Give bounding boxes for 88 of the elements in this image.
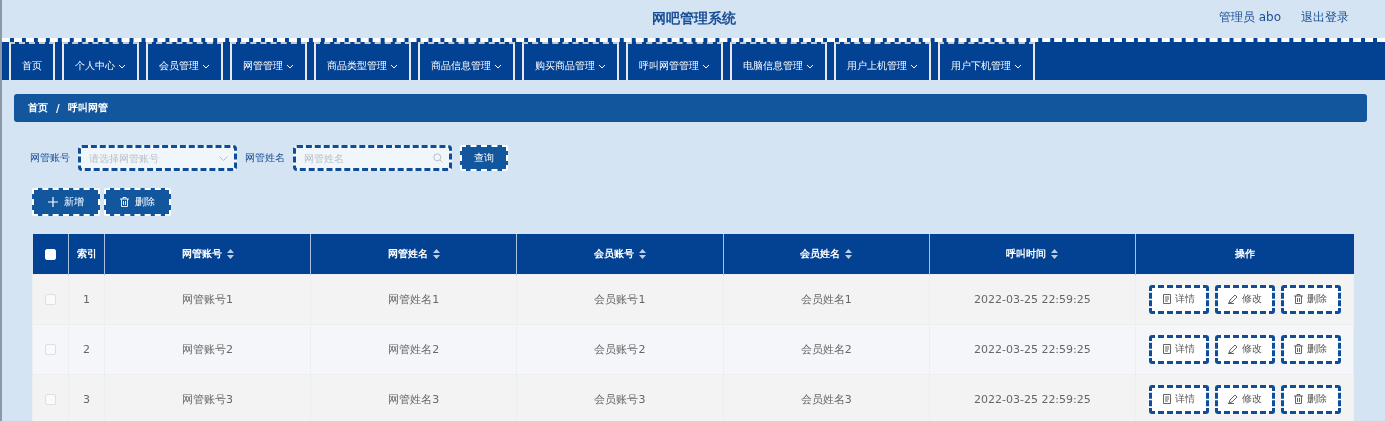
nav-menu-item[interactable]: 购买商品管理 [522, 42, 619, 80]
table-cell: 网管姓名3 [388, 392, 440, 406]
table-cell: 网管账号2 [182, 342, 234, 356]
chevron-down-icon [1014, 63, 1022, 69]
pencil-icon [1227, 294, 1238, 304]
app-title: 网吧管理系统 [651, 10, 736, 28]
nav-menu-item[interactable]: 用户上机管理 [834, 42, 931, 80]
table-cell: 网管姓名1 [388, 292, 440, 306]
table-cell: 网管账号1 [182, 292, 234, 306]
detail-button[interactable]: 详情 [1148, 284, 1209, 314]
row-checkbox[interactable] [45, 394, 56, 405]
chevron-down-icon [702, 63, 710, 69]
table-cell: 会员姓名2 [800, 342, 852, 356]
logout-link[interactable]: 退出登录 [1301, 9, 1349, 26]
delete-button[interactable]: 删除 [104, 188, 171, 216]
column-header: 网管姓名 [387, 246, 428, 261]
breadcrumb-item: 呼叫网管 [67, 101, 108, 115]
column-header: 操作 [1234, 246, 1255, 261]
nav-menu-item[interactable]: 用户下机管理 [938, 42, 1035, 80]
edit-button[interactable]: 修改 [1214, 284, 1275, 314]
field-label: 网管姓名 [245, 151, 285, 165]
document-icon [1162, 344, 1171, 354]
sort-icon[interactable] [432, 248, 440, 259]
chevron-down-icon [390, 63, 398, 69]
chevron-down-icon [806, 63, 814, 69]
column-header: 索引 [76, 246, 97, 261]
table-cell: 网管账号3 [182, 392, 234, 406]
table-cell: 会员账号2 [594, 342, 646, 356]
delete-button[interactable]: 删除 [1280, 334, 1341, 364]
table-cell: 网管姓名2 [388, 342, 440, 356]
column-header: 网管账号 [181, 246, 222, 261]
chevron-down-icon [219, 156, 228, 161]
table-cell: 2 [83, 342, 90, 356]
table-cell: 会员姓名3 [800, 392, 852, 406]
table-cell: 会员姓名1 [800, 292, 852, 306]
trash-icon [1294, 294, 1303, 304]
add-button[interactable]: 新增 [32, 188, 100, 216]
table-cell: 1 [83, 292, 90, 306]
delete-button[interactable]: 删除 [1280, 284, 1341, 314]
search-icon [433, 153, 443, 163]
column-header: 呼叫时间 [1006, 246, 1047, 261]
table-cell: 会员账号3 [594, 392, 646, 406]
trash-icon [1294, 394, 1303, 404]
nav-menu-item[interactable]: 个人中心 [62, 42, 139, 80]
row-checkbox[interactable] [45, 344, 56, 355]
chevron-down-icon [118, 63, 126, 69]
user-name: 管理员 abo [1218, 9, 1281, 26]
document-icon [1162, 294, 1171, 304]
edit-button[interactable]: 修改 [1214, 334, 1275, 364]
chevron-down-icon [598, 63, 606, 69]
column-header: 会员姓名 [800, 246, 841, 261]
sort-icon[interactable] [1051, 248, 1059, 259]
sort-icon[interactable] [638, 248, 646, 259]
table-cell: 3 [83, 392, 90, 406]
pencil-icon [1227, 394, 1238, 404]
detail-button[interactable]: 详情 [1148, 384, 1209, 414]
plus-icon [48, 197, 58, 207]
document-icon [1162, 394, 1171, 404]
detail-button[interactable]: 详情 [1148, 334, 1209, 364]
nav-menu-item[interactable]: 商品信息管理 [418, 42, 515, 80]
chevron-down-icon [494, 63, 502, 69]
nav-menu-item[interactable]: 商品类型管理 [314, 42, 411, 80]
sort-icon[interactable] [845, 248, 853, 259]
select-all-checkbox[interactable] [44, 248, 56, 260]
edit-button[interactable]: 修改 [1214, 384, 1275, 414]
chevron-down-icon [286, 63, 294, 69]
breadcrumb-separator: / [56, 102, 60, 114]
column-header: 会员账号 [593, 246, 634, 261]
breadcrumb-item[interactable]: 首页 [28, 101, 48, 115]
table-cell: 会员账号1 [594, 292, 646, 306]
nav-menu-item[interactable]: 首页 [9, 42, 55, 80]
nav-menu-item[interactable]: 网管管理 [230, 42, 307, 80]
trash-icon [120, 197, 129, 207]
table-cell: 2022-03-25 22:59:25 [973, 392, 1091, 406]
row-checkbox[interactable] [45, 294, 56, 305]
table-cell: 2022-03-25 22:59:25 [973, 342, 1091, 356]
sort-icon[interactable] [226, 248, 234, 259]
field-label: 网管账号 [30, 151, 70, 165]
nav-menu-item[interactable]: 会员管理 [146, 42, 223, 80]
trash-icon [1294, 344, 1303, 354]
table-cell: 2022-03-25 22:59:25 [973, 292, 1091, 306]
delete-button[interactable]: 删除 [1280, 384, 1341, 414]
pencil-icon [1227, 344, 1238, 354]
chevron-down-icon [202, 63, 210, 69]
nav-menu-item[interactable]: 呼叫网管管理 [626, 42, 723, 80]
nav-menu-item[interactable]: 电脑信息管理 [730, 42, 827, 80]
chevron-down-icon [910, 63, 918, 69]
query-button[interactable]: 查询 [460, 145, 508, 171]
